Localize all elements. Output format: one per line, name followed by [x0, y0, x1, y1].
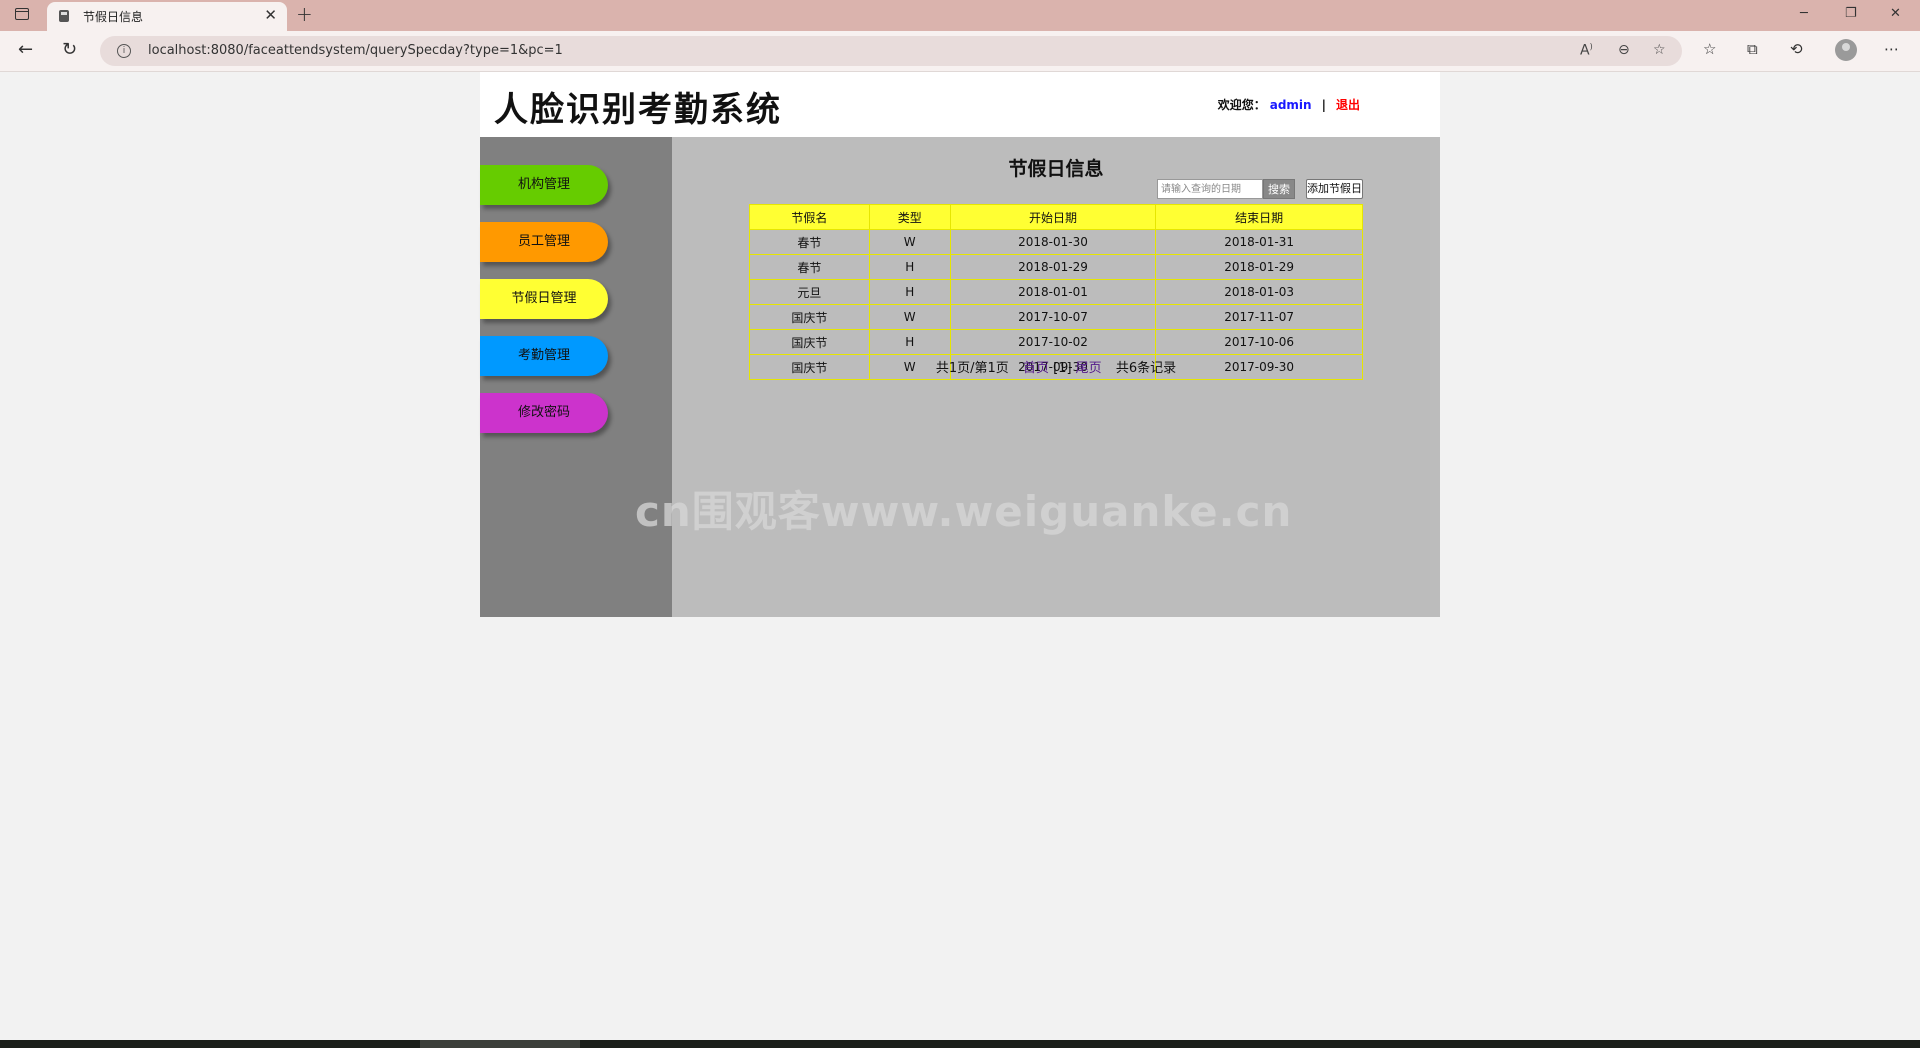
- cell-end: 2018-01-29: [1155, 254, 1363, 280]
- cell-type: H: [868, 329, 951, 355]
- minimize-icon[interactable]: ─: [1800, 6, 1808, 21]
- address-bar[interactable]: i localhost:8080/faceattendsystem/queryS…: [100, 36, 1682, 66]
- profile-avatar[interactable]: [1835, 39, 1857, 61]
- site-header: 人脸识别考勤系统 欢迎您： admin | 退出: [480, 72, 1440, 137]
- current-page: [1]: [1053, 361, 1072, 376]
- cell-start: 2018-01-30: [949, 229, 1157, 255]
- first-page-link[interactable]: 首页: [1023, 361, 1049, 376]
- cell-type: H: [868, 279, 951, 305]
- cell-type: W: [868, 304, 951, 330]
- col-header-start: 开始日期: [949, 204, 1157, 230]
- cell-name: 春节: [749, 254, 870, 280]
- browser-toolbar: ← ↻ i localhost:8080/faceattendsystem/qu…: [0, 31, 1920, 72]
- table-row: 元旦 H 2018-01-01 2018-01-03: [749, 279, 1363, 305]
- add-favorite-icon[interactable]: ☆: [1653, 42, 1666, 58]
- favorites-icon[interactable]: ☆: [1703, 40, 1716, 58]
- left-sidebar: 机构管理 员工管理 节假日管理 考勤管理 修改密码: [480, 137, 672, 617]
- cell-name: 国庆节: [749, 304, 870, 330]
- sidebar-toggle-icon[interactable]: [15, 8, 29, 20]
- menu-org-management[interactable]: 机构管理: [480, 165, 608, 205]
- menu-holiday-management[interactable]: 节假日管理: [480, 279, 608, 319]
- cell-end: 2017-11-07: [1155, 304, 1363, 330]
- holiday-table: 节假名 类型 开始日期 结束日期 春节 W 2018-01-30 2018-01…: [749, 204, 1363, 380]
- cell-start: 2017-10-02: [949, 329, 1157, 355]
- browser-titlebar: 节假日信息 ✕ + ─ ❐ ✕: [0, 0, 1920, 31]
- taskbar-item[interactable]: [420, 1040, 580, 1048]
- table-row: 国庆节 W 2017-10-07 2017-11-07: [749, 304, 1363, 330]
- table-row: 国庆节 H 2017-10-02 2017-10-06: [749, 329, 1363, 355]
- page-summary: 共1页/第1页: [935, 361, 1009, 376]
- col-header-end: 结束日期: [1155, 204, 1363, 230]
- url-text[interactable]: localhost:8080/faceattendsystem/querySpe…: [148, 43, 563, 58]
- table-row: 春节 W 2018-01-30 2018-01-31: [749, 229, 1363, 255]
- main-content: 节假日信息 搜索 添加节假日 节假名 类型 开始日期 结束日期 春节 W 201: [672, 137, 1440, 617]
- new-tab-icon[interactable]: +: [296, 2, 313, 26]
- cell-end: 2018-01-31: [1155, 229, 1363, 255]
- separator: |: [1321, 98, 1326, 112]
- add-holiday-button[interactable]: 添加节假日: [1306, 179, 1363, 199]
- record-count: 共6条记录: [1115, 361, 1177, 376]
- tab-title: 节假日信息: [83, 10, 144, 24]
- cell-start: 2018-01-29: [949, 254, 1157, 280]
- zoom-out-icon[interactable]: ⊖: [1618, 42, 1630, 58]
- username-link[interactable]: admin: [1270, 98, 1312, 112]
- refresh-icon[interactable]: ↻: [62, 39, 77, 60]
- os-taskbar: [0, 1040, 1920, 1048]
- tab-close-icon[interactable]: ✕: [264, 6, 277, 24]
- favicon-icon: [59, 10, 69, 22]
- col-header-name: 节假名: [749, 204, 870, 230]
- cell-end: 2018-01-03: [1155, 279, 1363, 305]
- cell-end: 2017-10-06: [1155, 329, 1363, 355]
- menu-change-password[interactable]: 修改密码: [480, 393, 608, 433]
- logout-link[interactable]: 退出: [1336, 98, 1360, 112]
- history-icon[interactable]: ⟲: [1790, 40, 1803, 58]
- col-header-type: 类型: [868, 204, 951, 230]
- table-header-row: 节假名 类型 开始日期 结束日期: [749, 204, 1363, 230]
- site-logo: 人脸识别考勤系统: [494, 90, 782, 130]
- close-window-icon[interactable]: ✕: [1890, 6, 1901, 21]
- browser-tab[interactable]: 节假日信息 ✕: [47, 2, 287, 31]
- cell-type: H: [868, 254, 951, 280]
- watermark: cn围观客www.weiguanke.cn: [635, 487, 1293, 536]
- last-page-link[interactable]: 尾页: [1076, 361, 1102, 376]
- read-aloud-icon[interactable]: A): [1580, 42, 1593, 59]
- collections-icon[interactable]: ⧉: [1747, 40, 1758, 58]
- more-menu-icon[interactable]: ⋯: [1884, 40, 1899, 58]
- cell-start: 2017-10-07: [949, 304, 1157, 330]
- date-search-input[interactable]: [1157, 179, 1263, 199]
- user-bar: 欢迎您： admin | 退出: [1218, 96, 1360, 113]
- cell-start: 2018-01-01: [949, 279, 1157, 305]
- page-title: 节假日信息: [1008, 158, 1104, 180]
- cell-type: W: [868, 229, 951, 255]
- pagination: 共1页/第1页 首页 [1] 尾页 共6条记录: [672, 357, 1440, 376]
- cell-name: 国庆节: [749, 329, 870, 355]
- cell-name: 元旦: [749, 279, 870, 305]
- restore-icon[interactable]: ❐: [1845, 6, 1857, 21]
- search-button[interactable]: 搜索: [1263, 179, 1295, 199]
- site-info-icon[interactable]: i: [117, 44, 131, 58]
- cell-name: 春节: [749, 229, 870, 255]
- welcome-text: 欢迎您：: [1217, 98, 1266, 112]
- menu-employee-management[interactable]: 员工管理: [480, 222, 608, 262]
- table-row: 春节 H 2018-01-29 2018-01-29: [749, 254, 1363, 280]
- menu-attendance-management[interactable]: 考勤管理: [480, 336, 608, 376]
- back-icon[interactable]: ←: [18, 39, 33, 60]
